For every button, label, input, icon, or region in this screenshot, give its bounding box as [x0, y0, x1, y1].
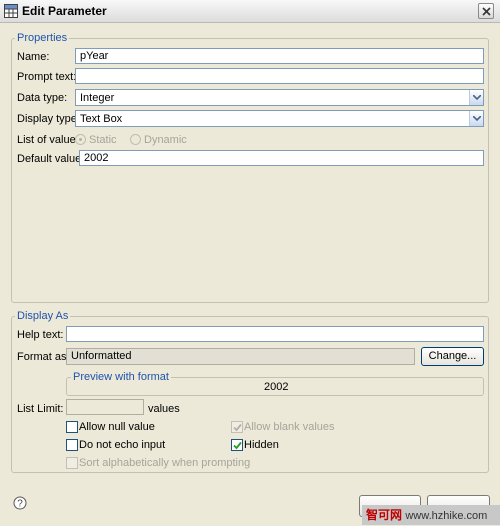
- list-limit-suffix: values: [148, 403, 180, 415]
- allow-blank-label: Allow blank values: [244, 421, 335, 433]
- sort-alpha-label: Sort alphabetically when prompting: [79, 457, 251, 469]
- data-type-dropdown-button[interactable]: [469, 90, 483, 105]
- svg-text:?: ?: [17, 499, 23, 510]
- hidden-checkbox[interactable]: [231, 439, 243, 451]
- no-echo-label: Do not echo input: [79, 439, 166, 451]
- hidden-label: Hidden: [244, 439, 279, 451]
- default-value-label: Default value:: [17, 153, 85, 165]
- format-as-label: Format as:: [17, 351, 70, 363]
- parameter-grid-icon: [4, 4, 18, 18]
- close-icon: [482, 7, 491, 16]
- name-input[interactable]: pYear: [75, 48, 484, 64]
- allow-blank-checkbox[interactable]: [231, 421, 243, 433]
- watermark: 智可网 www.hzhike.com: [362, 505, 500, 525]
- allow-null-label: Allow null value: [79, 421, 155, 433]
- default-value-input[interactable]: 2002: [79, 150, 484, 166]
- checkmark-icon: [233, 441, 242, 450]
- display-type-label: Display type:: [17, 113, 80, 125]
- help-icon[interactable]: ?: [13, 496, 27, 510]
- static-radio-label: Static: [89, 134, 117, 146]
- allow-null-checkbox[interactable]: [66, 421, 78, 433]
- list-of-value-label: List of value:: [17, 134, 79, 146]
- display-type-select[interactable]: Text Box: [75, 110, 484, 127]
- display-type-dropdown-button[interactable]: [469, 111, 483, 126]
- data-type-select[interactable]: Integer: [75, 89, 484, 106]
- properties-legend: Properties: [15, 32, 70, 44]
- preview-value: 2002: [264, 381, 289, 393]
- chevron-down-icon: [473, 116, 481, 121]
- watermark-text: 智可网: [366, 508, 403, 522]
- list-limit-input[interactable]: [66, 399, 144, 415]
- name-label: Name:: [17, 51, 50, 63]
- help-text-label: Help text:: [17, 329, 64, 341]
- edit-parameter-dialog: Edit Parameter Properties Name: pYear Pr…: [0, 0, 500, 525]
- change-format-button[interactable]: Change...: [421, 347, 484, 366]
- prompt-text-input[interactable]: [75, 68, 484, 84]
- static-radio[interactable]: [75, 134, 86, 145]
- dynamic-radio-label: Dynamic: [144, 134, 187, 146]
- display-as-legend: Display As: [15, 310, 71, 322]
- chevron-down-icon: [473, 95, 481, 100]
- dynamic-radio[interactable]: [130, 134, 141, 145]
- help-text-input[interactable]: [66, 326, 484, 342]
- checkmark-icon: [233, 423, 242, 432]
- title-bar[interactable]: Edit Parameter: [0, 0, 500, 23]
- close-button[interactable]: [478, 3, 494, 19]
- no-echo-checkbox[interactable]: [66, 439, 78, 451]
- sort-alpha-checkbox[interactable]: [66, 457, 78, 469]
- prompt-text-label: Prompt text:: [17, 71, 77, 83]
- preview-legend: Preview with format: [71, 371, 171, 383]
- watermark-url: www.hzhike.com: [405, 510, 488, 522]
- window-title: Edit Parameter: [22, 4, 107, 18]
- display-type-value: Text Box: [80, 113, 123, 125]
- list-limit-label: List Limit:: [17, 403, 64, 415]
- data-type-label: Data type:: [17, 92, 68, 104]
- format-as-field: Unformatted: [66, 348, 415, 365]
- data-type-value: Integer: [80, 92, 115, 104]
